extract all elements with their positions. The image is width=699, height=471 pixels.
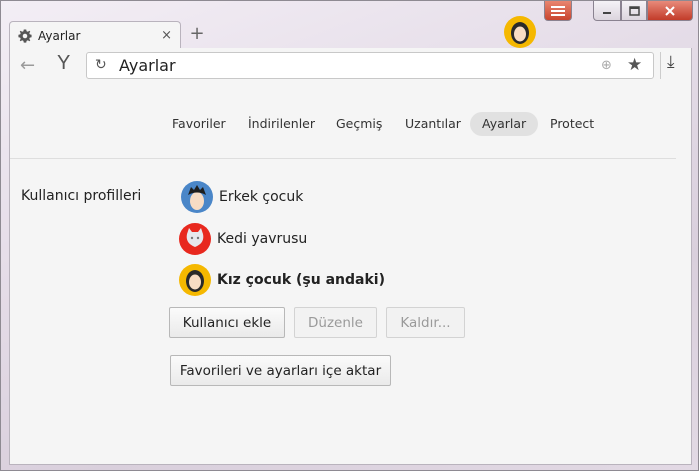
remove-user-button[interactable]: Kaldır... (386, 307, 465, 338)
nav-favorites[interactable]: Favoriler (160, 112, 238, 136)
download-icon[interactable]: ⤓ (667, 52, 675, 72)
nav-extensions[interactable]: Uzantılar (393, 112, 473, 136)
close-icon (665, 5, 675, 16)
reload-icon[interactable]: ↻ (95, 57, 107, 73)
profile-name: Kız çocuk (şu andaki) (217, 272, 385, 288)
back-button[interactable]: ← (20, 55, 35, 76)
nav-divider (10, 158, 676, 159)
current-profile-avatar[interactable] (504, 16, 536, 48)
gear-icon (18, 28, 32, 43)
girl-avatar-icon (179, 264, 211, 296)
minimize-button[interactable] (593, 1, 621, 21)
settings-nav: Favoriler İndirilenler Geçmiş Uzantılar … (10, 112, 693, 138)
minimize-icon (603, 11, 611, 14)
profile-name: Kedi yavrusu (217, 231, 308, 247)
tab-settings[interactable]: Ayarlar × (9, 21, 181, 49)
cat-avatar-icon (179, 223, 211, 255)
nav-settings[interactable]: Ayarlar (470, 112, 539, 136)
menu-icon (551, 5, 565, 16)
browser-window: Ayarlar × + ← Y ↻ Ayarlar ⊕ ★ ⤓ Favorile… (0, 0, 699, 471)
settings-page: Favoriler İndirilenler Geçmiş Uzantılar … (9, 84, 692, 465)
new-tab-button[interactable]: + (187, 23, 207, 45)
yandex-logo-button[interactable]: Y (57, 52, 70, 75)
profile-name: Erkek çocuk (219, 189, 304, 205)
toolbar: ← Y ↻ Ayarlar ⊕ ★ ⤓ (9, 48, 692, 84)
nav-protect[interactable]: Protect (538, 112, 606, 136)
add-user-button[interactable]: Kullanıcı ekle (169, 307, 285, 338)
tab-close-button[interactable]: × (161, 28, 172, 43)
nav-downloads[interactable]: İndirilenler (236, 112, 327, 136)
toolbar-separator (660, 52, 661, 79)
address-bar[interactable]: ↻ Ayarlar ⊕ ★ (86, 52, 654, 79)
globe-icon[interactable]: ⊕ (601, 58, 612, 73)
boy-avatar-icon (181, 181, 213, 213)
nav-history[interactable]: Geçmiş (324, 112, 394, 136)
profile-item-cat[interactable]: Kedi yavrusu (179, 223, 307, 255)
profile-item-girl-current[interactable]: Kız çocuk (şu andaki) (179, 264, 385, 296)
profiles-section-label: Kullanıcı profilleri (21, 188, 142, 204)
import-favorites-button[interactable]: Favorileri ve ayarları içe aktar (170, 355, 391, 386)
tab-title: Ayarlar (38, 28, 81, 43)
maximize-icon (628, 5, 640, 16)
maximize-button[interactable] (621, 1, 647, 21)
edit-user-button[interactable]: Düzenle (294, 307, 377, 338)
address-text[interactable]: Ayarlar (119, 56, 176, 75)
window-close-button[interactable] (647, 1, 693, 21)
profile-item-boy[interactable]: Erkek çocuk (181, 181, 303, 213)
bookmark-star-icon[interactable]: ★ (627, 55, 642, 75)
browser-menu-button[interactable] (544, 1, 572, 21)
